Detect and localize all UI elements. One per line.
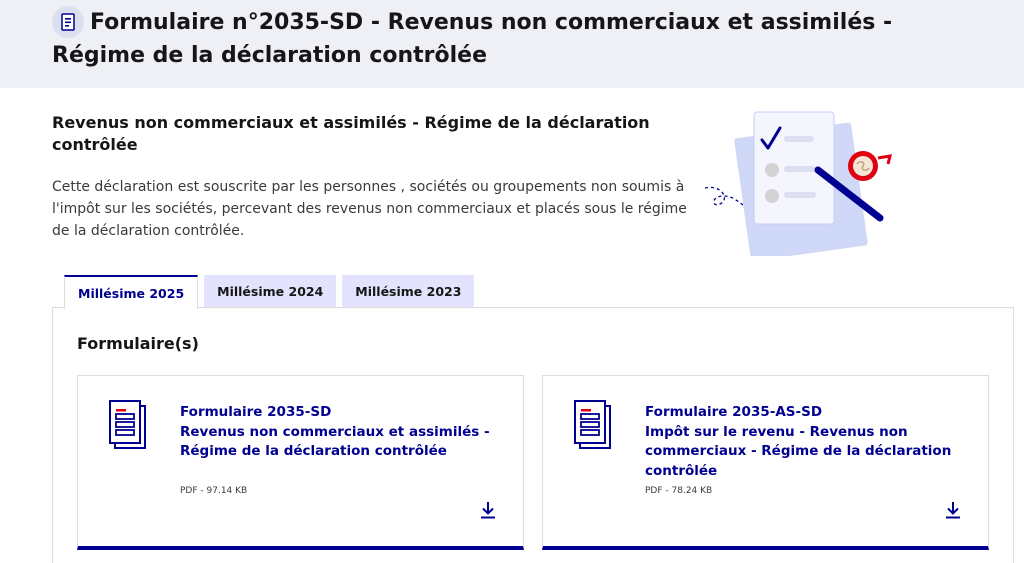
card-form-number: Formulaire 2035-AS-SD <box>645 404 823 420</box>
form-card-2035-sd[interactable]: Formulaire 2035-SD Revenus non commercia… <box>77 375 524 550</box>
file-info: PDF - 97.14 KB <box>180 486 248 496</box>
tab-millesime-2024[interactable]: Millésime 2024 <box>204 275 337 308</box>
card-form-description: Impôt sur le revenu - Revenus non commer… <box>645 423 952 479</box>
tab-millesime-2023[interactable]: Millésime 2023 <box>342 275 475 308</box>
tab-panel: Formulaire(s) Formulaire 2035-SD Revenus… <box>52 307 1014 563</box>
document-icon <box>109 400 146 449</box>
declaration-illustration <box>704 111 893 256</box>
file-info: PDF - 78.24 KB <box>645 486 713 496</box>
card-title[interactable]: Formulaire 2035-AS-SD Impôt sur le reven… <box>645 403 955 481</box>
page-title: Formulaire n°2035-SD - Revenus non comme… <box>52 10 893 68</box>
section-title: Revenus non commerciaux et assimilés - R… <box>52 113 650 154</box>
download-icon[interactable] <box>479 501 497 519</box>
download-icon[interactable] <box>944 501 962 519</box>
card-title[interactable]: Formulaire 2035-SD Revenus non commercia… <box>180 403 490 462</box>
intro-text: Cette déclaration est souscrite par les … <box>52 179 687 239</box>
card-form-description: Revenus non commerciaux et assimilés - R… <box>180 423 490 460</box>
form-card-2035-as-sd[interactable]: Formulaire 2035-AS-SD Impôt sur le reven… <box>542 375 989 550</box>
year-tabs: Millésime 2025 Millésime 2024 Millésime … <box>64 275 475 309</box>
tab-millesime-2025[interactable]: Millésime 2025 <box>64 275 199 309</box>
forms-heading: Formulaire(s) <box>77 334 199 353</box>
document-icon <box>574 400 611 449</box>
card-form-number: Formulaire 2035-SD <box>180 404 332 420</box>
